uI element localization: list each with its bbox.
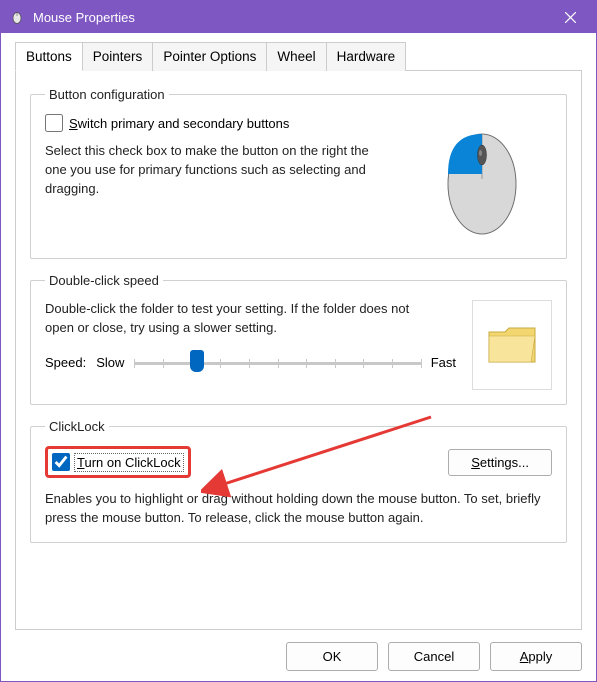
dialog-footer: OK Cancel Apply	[15, 630, 582, 671]
content-area: Buttons Pointers Pointer Options Wheel H…	[1, 33, 596, 681]
clicklock-group: ClickLock Turn on ClickLock Settings... …	[30, 419, 567, 543]
button-configuration-group: Button configuration Switch primary and …	[30, 87, 567, 259]
slow-label: Slow	[96, 355, 124, 370]
double-click-speed-legend: Double-click speed	[45, 273, 163, 288]
switch-buttons-label: Switch primary and secondary buttons	[69, 116, 289, 131]
tab-pointers[interactable]: Pointers	[82, 42, 154, 71]
turn-on-clicklock-label: Turn on ClickLock	[76, 455, 182, 470]
tab-hardware[interactable]: Hardware	[326, 42, 407, 71]
switch-buttons-row[interactable]: Switch primary and secondary buttons	[45, 114, 400, 132]
cancel-button[interactable]: Cancel	[388, 642, 480, 671]
mouse-icon	[9, 9, 25, 25]
button-configuration-legend: Button configuration	[45, 87, 169, 102]
speed-label: Speed:	[45, 355, 86, 370]
speed-slider-thumb[interactable]	[190, 350, 204, 372]
mouse-properties-window: Mouse Properties Buttons Pointers Pointe…	[0, 0, 597, 682]
clicklock-description: Enables you to highlight or drag without…	[45, 490, 545, 528]
ok-button[interactable]: OK	[286, 642, 378, 671]
tab-body-buttons: Button configuration Switch primary and …	[15, 71, 582, 630]
clicklock-settings-button[interactable]: Settings...	[448, 449, 552, 476]
test-folder[interactable]	[472, 300, 552, 390]
speed-row: Speed: Slow	[45, 352, 456, 374]
mouse-illustration	[412, 114, 552, 244]
switch-buttons-description: Select this check box to make the button…	[45, 142, 375, 199]
window-title: Mouse Properties	[33, 10, 548, 25]
apply-button[interactable]: Apply	[490, 642, 582, 671]
clicklock-legend: ClickLock	[45, 419, 109, 434]
folder-icon	[485, 322, 539, 368]
tab-buttons[interactable]: Buttons	[15, 42, 83, 71]
tab-strip: Buttons Pointers Pointer Options Wheel H…	[15, 41, 582, 71]
speed-slider[interactable]	[134, 352, 420, 374]
switch-buttons-checkbox[interactable]	[45, 114, 63, 132]
fast-label: Fast	[431, 355, 456, 370]
mouse-large-icon	[432, 119, 532, 239]
close-button[interactable]	[548, 2, 592, 32]
tab-pointer-options[interactable]: Pointer Options	[152, 42, 267, 71]
double-click-description: Double-click the folder to test your set…	[45, 300, 425, 338]
clicklock-highlight: Turn on ClickLock	[45, 446, 191, 478]
tab-wheel[interactable]: Wheel	[266, 42, 326, 71]
double-click-speed-group: Double-click speed Double-click the fold…	[30, 273, 567, 405]
close-icon	[565, 12, 576, 23]
titlebar: Mouse Properties	[1, 1, 596, 33]
turn-on-clicklock-checkbox[interactable]	[52, 453, 70, 471]
